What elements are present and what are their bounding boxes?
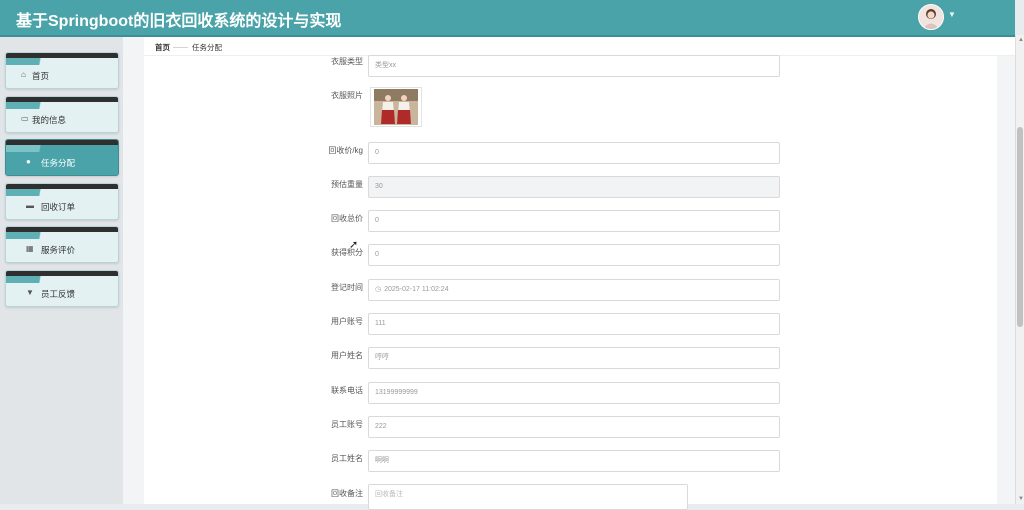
scrollbar-thumb[interactable] <box>1017 127 1023 327</box>
register-time-field[interactable]: ◷ 2025-02-17 11:02:24 <box>368 279 780 301</box>
user-account-value: 111 <box>375 320 386 327</box>
sidebar-item-task-assign[interactable]: ● 任务分配 <box>5 139 119 176</box>
sidebar-item-feedback[interactable]: ▼ 员工反馈 <box>5 270 119 307</box>
sidebar-item-label: 员工反馈 <box>41 289 76 299</box>
order-icon: ▬ <box>26 201 34 210</box>
clock-icon: ◷ <box>375 286 382 293</box>
user-name-label: 用户姓名 <box>331 351 363 360</box>
sidebar-item-label: 回收订单 <box>41 202 76 212</box>
register-time-value: 2025-02-17 11:02:24 <box>384 286 449 293</box>
clothes-type-label: 衣服类型 <box>331 57 363 66</box>
points-field[interactable]: 0 <box>368 244 780 266</box>
user-name-field[interactable]: 哼哼 <box>368 347 780 369</box>
profile-card-icon: ▭ <box>21 114 29 123</box>
page-scrollbar[interactable]: ▲ ▼ <box>1015 35 1024 504</box>
sidebar: ⌂ 首页 ▭ 我的信息 ● 任务分配 ▬ 回收订单 ▦ 服务评价 ▼ 员工反馈 <box>0 37 123 504</box>
sidebar-item-label: 服务评价 <box>41 245 76 255</box>
scroll-up-icon[interactable]: ▲ <box>1018 37 1024 43</box>
user-name-value: 哼哼 <box>375 354 389 361</box>
remark-textarea[interactable]: 回收备注 <box>368 484 688 510</box>
feedback-icon: ▼ <box>26 288 34 297</box>
breadcrumb: 首页 —— 任务分配 <box>144 37 1015 56</box>
sidebar-item-home[interactable]: ⌂ 首页 <box>5 52 119 89</box>
user-icon: ● <box>26 157 31 166</box>
sidebar-item-label: 我的信息 <box>32 115 67 125</box>
sidebar-item-reviews[interactable]: ▦ 服务评价 <box>5 226 119 263</box>
estimated-weight-label: 预估重量 <box>331 180 363 189</box>
sidebar-item-orders[interactable]: ▬ 回收订单 <box>5 183 119 220</box>
home-icon: ⌂ <box>21 70 26 79</box>
remark-placeholder: 回收备注 <box>375 491 403 498</box>
breadcrumb-separator: —— <box>173 42 188 51</box>
mouse-cursor-icon: ➚ <box>349 239 359 251</box>
staff-account-label: 员工账号 <box>331 420 363 429</box>
app-title: 基于Springboot的旧衣回收系统的设计与实现 <box>16 13 342 30</box>
user-avatar[interactable] <box>918 4 944 30</box>
clothes-photo[interactable] <box>370 87 422 127</box>
price-per-kg-value: 0 <box>375 149 379 156</box>
price-per-kg-field[interactable]: 0 <box>368 142 780 164</box>
clothes-type-field[interactable]: 类型xx <box>368 55 780 77</box>
points-value: 0 <box>375 251 379 258</box>
staff-name-label: 员工姓名 <box>331 454 363 463</box>
staff-name-field[interactable]: 啊啊 <box>368 450 780 472</box>
estimated-weight-field[interactable]: 30 <box>368 176 780 198</box>
clothes-photo-label: 衣服照片 <box>331 91 363 100</box>
user-account-field[interactable]: 111 <box>368 313 780 335</box>
user-account-label: 用户账号 <box>331 317 363 326</box>
sidebar-item-label: 任务分配 <box>41 158 76 168</box>
total-price-label: 回收总价 <box>331 214 363 223</box>
estimated-weight-value: 30 <box>375 183 383 190</box>
total-price-field[interactable]: 0 <box>368 210 780 232</box>
grid-icon: ▦ <box>26 244 34 253</box>
remark-label: 回收备注 <box>331 489 363 498</box>
phone-value: 13199999999 <box>375 389 418 396</box>
chevron-down-icon[interactable]: ▼ <box>948 10 956 19</box>
price-per-kg-label: 回收价/kg <box>328 146 363 155</box>
breadcrumb-current: 任务分配 <box>192 43 222 52</box>
staff-name-value: 啊啊 <box>375 457 389 464</box>
register-time-label: 登记时间 <box>331 283 363 292</box>
phone-label: 联系电话 <box>331 386 363 395</box>
top-header: 基于Springboot的旧衣回收系统的设计与实现 ▼ <box>0 0 1015 37</box>
breadcrumb-home[interactable]: 首页 <box>155 42 170 53</box>
sidebar-item-label: 首页 <box>32 71 50 81</box>
total-price-value: 0 <box>375 217 379 224</box>
sidebar-item-my-info[interactable]: ▭ 我的信息 <box>5 96 119 133</box>
staff-account-value: 222 <box>375 423 387 430</box>
staff-account-field[interactable]: 222 <box>368 416 780 438</box>
phone-field[interactable]: 13199999999 <box>368 382 780 404</box>
clothes-type-value: 类型xx <box>375 62 396 69</box>
scroll-down-icon[interactable]: ▼ <box>1018 496 1024 502</box>
